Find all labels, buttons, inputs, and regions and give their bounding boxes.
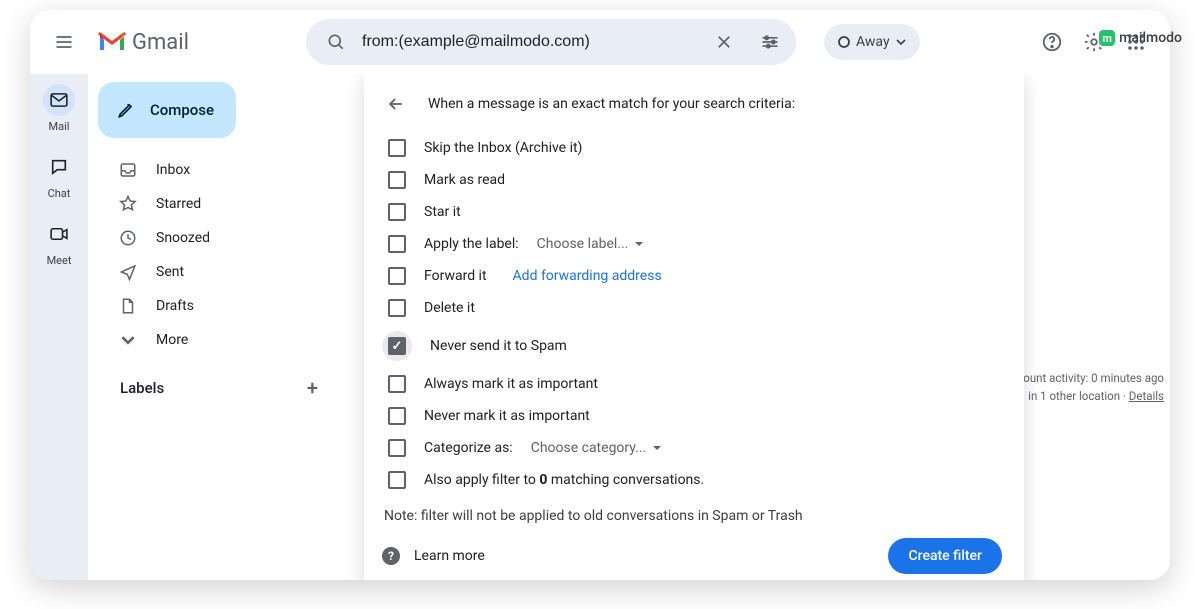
checkbox-never-spam[interactable] xyxy=(388,337,406,355)
search-icon[interactable] xyxy=(316,22,356,62)
search-options-icon[interactable] xyxy=(750,22,790,62)
star-icon xyxy=(118,195,138,213)
opt-delete: Delete it xyxy=(424,300,475,316)
add-forwarding-link[interactable]: Add forwarding address xyxy=(513,268,662,284)
nav-inbox-label: Inbox xyxy=(156,162,190,178)
status-label: Away xyxy=(856,34,890,50)
opt-skip-inbox: Skip the Inbox (Archive it) xyxy=(424,140,582,156)
checkbox-star[interactable] xyxy=(388,203,406,221)
menu-icon[interactable] xyxy=(44,22,84,62)
gmail-logo[interactable]: Gmail xyxy=(98,30,298,55)
file-icon xyxy=(118,297,138,315)
inbox-icon xyxy=(118,161,138,179)
help-icon[interactable] xyxy=(1032,22,1072,62)
rail-chat[interactable]: Chat xyxy=(43,151,75,200)
nav-snoozed[interactable]: Snoozed xyxy=(98,222,334,254)
chat-icon xyxy=(43,151,75,183)
chevron-down-icon xyxy=(896,37,906,47)
rail-mail[interactable]: Mail xyxy=(43,84,75,133)
checkbox-also-apply[interactable] xyxy=(388,471,406,489)
rail-mail-label: Mail xyxy=(49,120,70,133)
opt-never-important: Never mark it as important xyxy=(424,408,590,424)
help-icon: ? xyxy=(382,547,400,565)
compose-label: Compose xyxy=(150,101,214,119)
nav-more-label: More xyxy=(156,332,188,348)
status-chip[interactable]: Away xyxy=(824,24,920,60)
nav-drafts[interactable]: Drafts xyxy=(98,290,334,322)
chevron-down-icon xyxy=(118,333,138,347)
activity-details-link[interactable]: Details xyxy=(1129,389,1164,403)
chevron-down-icon xyxy=(652,443,662,453)
mail-icon xyxy=(43,84,75,116)
meet-icon xyxy=(43,218,75,250)
opt-also-apply: Also apply filter to 0 matching conversa… xyxy=(424,472,704,488)
filter-note: Note: filter will not be applied to old … xyxy=(384,508,1002,524)
nav-sent[interactable]: Sent xyxy=(98,256,334,288)
opt-never-spam: Never send it to Spam xyxy=(430,338,567,354)
checkbox-apply-label[interactable] xyxy=(388,235,406,253)
checkbox-delete[interactable] xyxy=(388,299,406,317)
checkbox-skip-inbox[interactable] xyxy=(388,139,406,157)
nav-more[interactable]: More xyxy=(98,324,334,356)
compose-button[interactable]: Compose xyxy=(98,82,236,138)
create-filter-button[interactable]: Create filter xyxy=(888,538,1002,574)
gmail-icon xyxy=(98,31,126,53)
search-bar[interactable] xyxy=(306,19,796,65)
clock-icon xyxy=(118,229,138,247)
opt-categorize: Categorize as: xyxy=(424,440,513,456)
checkbox-categorize[interactable] xyxy=(388,439,406,457)
filter-actions-panel: When a message is an exact match for you… xyxy=(364,74,1024,580)
checkbox-mark-read[interactable] xyxy=(388,171,406,189)
opt-star: Star it xyxy=(424,204,461,220)
choose-category-dropdown[interactable]: Choose category... xyxy=(531,440,663,456)
checkbox-never-important[interactable] xyxy=(388,407,406,425)
learn-more-link[interactable]: Learn more xyxy=(414,548,485,564)
mailmodo-watermark: m mailmodo xyxy=(1099,30,1182,46)
opt-forward: Forward it xyxy=(424,268,487,284)
nav-drafts-label: Drafts xyxy=(156,298,194,314)
nav-snoozed-label: Snoozed xyxy=(156,230,210,246)
opt-mark-read: Mark as read xyxy=(424,172,505,188)
chevron-down-icon xyxy=(634,239,644,249)
nav-starred[interactable]: Starred xyxy=(98,188,334,220)
filter-heading: When a message is an exact match for you… xyxy=(428,96,795,112)
opt-apply-label: Apply the label: xyxy=(424,236,519,252)
away-status-icon xyxy=(838,36,850,48)
send-icon xyxy=(118,263,138,281)
pencil-icon xyxy=(116,100,136,120)
rail-meet-label: Meet xyxy=(47,254,72,267)
opt-always-important: Always mark it as important xyxy=(424,376,598,392)
add-label-button[interactable]: + xyxy=(307,376,318,400)
gmail-logo-text: Gmail xyxy=(132,30,189,55)
checkbox-always-important[interactable] xyxy=(388,375,406,393)
rail-meet[interactable]: Meet xyxy=(43,218,75,267)
account-activity: ount activity: 0 minutes ago in 1 other … xyxy=(1023,369,1164,406)
nav-inbox[interactable]: Inbox xyxy=(98,154,334,186)
back-arrow-icon[interactable] xyxy=(382,90,410,118)
search-input[interactable] xyxy=(362,33,698,51)
labels-header: Labels xyxy=(120,379,164,397)
checkbox-forward[interactable] xyxy=(388,267,406,285)
clear-search-icon[interactable] xyxy=(704,22,744,62)
rail-chat-label: Chat xyxy=(48,187,71,200)
nav-sent-label: Sent xyxy=(156,264,184,280)
nav-starred-label: Starred xyxy=(156,196,201,212)
choose-label-dropdown[interactable]: Choose label... xyxy=(537,236,645,252)
